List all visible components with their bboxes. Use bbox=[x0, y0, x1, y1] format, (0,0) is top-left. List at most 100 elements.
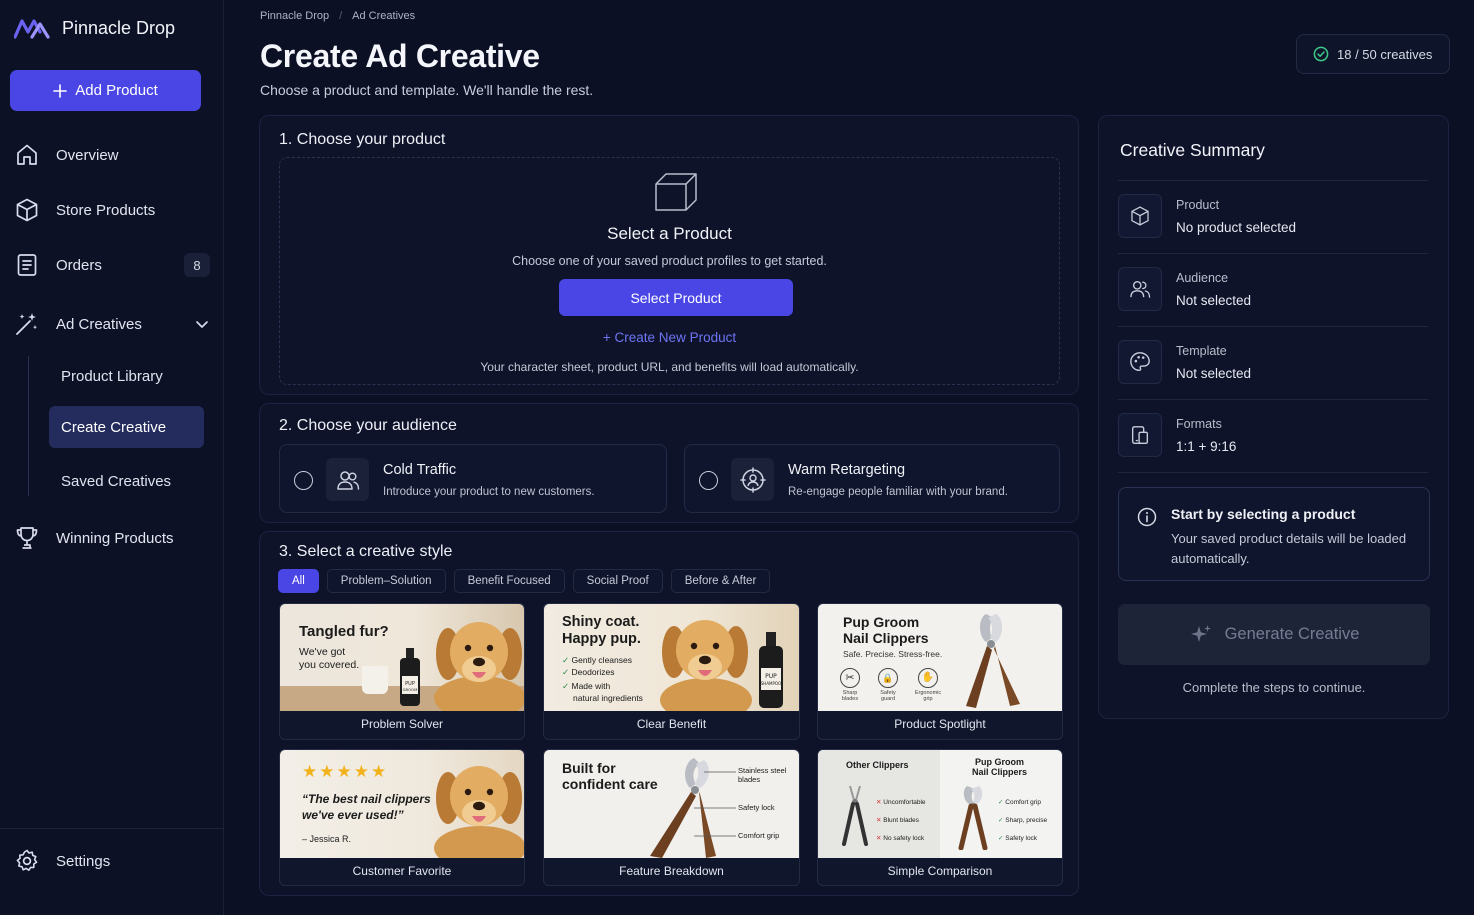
filter-tab-benefit-focused[interactable]: Benefit Focused bbox=[453, 569, 565, 593]
nav-settings[interactable]: Settings bbox=[14, 848, 110, 874]
summary-template-value: Not selected bbox=[1176, 366, 1252, 381]
sparkles-icon bbox=[1190, 624, 1211, 642]
product-spotlight-tagline: Safe. Precise. Stress-free. bbox=[843, 649, 943, 659]
summary-row-audience: Audience Not selected bbox=[1118, 253, 1428, 325]
info-title: Start by selecting a product bbox=[1171, 506, 1356, 522]
product-spotlight-headline: Pup Groom Nail Clippers bbox=[843, 614, 929, 646]
palette-icon bbox=[1118, 340, 1162, 384]
product-dropzone: Select a Product Choose one of your save… bbox=[279, 157, 1060, 385]
clear-benefit-thumbnail: PUP SHAMPOO Shiny coat. Happy pup. ✓ Gen… bbox=[544, 604, 799, 711]
orders-count-badge: 8 bbox=[184, 253, 210, 277]
filter-tab-all[interactable]: All bbox=[278, 569, 319, 593]
create-new-product-link[interactable]: + Create New Product bbox=[280, 330, 1059, 345]
svg-text:PUP: PUP bbox=[765, 673, 777, 680]
target-user-icon bbox=[731, 458, 774, 501]
simple-comparison-caption: Simple Comparison bbox=[887, 863, 993, 878]
filter-tab-social-proof[interactable]: Social Proof bbox=[572, 569, 663, 593]
cold-traffic-desc: Introduce your product to new customers. bbox=[383, 486, 595, 498]
sharp-blades-feature: ✂ Sharp blades bbox=[838, 668, 862, 702]
template-problem-solver[interactable]: PUP GROOM Tangled fur? We've got you cov… bbox=[279, 603, 525, 740]
sidebar: Pinnacle Drop Add Product Overview Store… bbox=[0, 0, 224, 915]
summary-product-value: No product selected bbox=[1176, 220, 1297, 235]
add-product-button[interactable]: Add Product bbox=[10, 70, 201, 111]
pup-groom-title: Pup Groom Nail Clippers bbox=[972, 757, 1028, 777]
breadcrumb-separator: / bbox=[339, 10, 343, 22]
ergonomic-grip-feature: ✋ Ergonomic grip bbox=[914, 668, 942, 702]
nav-orders[interactable]: Orders 8 bbox=[14, 252, 210, 278]
bottle-illustration: PUP SHAMPOO bbox=[759, 632, 783, 708]
cube-icon bbox=[1118, 194, 1162, 238]
summary-row-formats: Formats 1:1 + 9:16 bbox=[1118, 399, 1428, 471]
cold-traffic-radio[interactable] bbox=[294, 471, 313, 490]
creative-quota-badge: 18 / 50 creatives bbox=[1296, 34, 1450, 74]
info-description: Your saved product details will be loade… bbox=[1171, 531, 1407, 566]
summary-divider bbox=[1118, 180, 1428, 181]
users-icon bbox=[326, 458, 369, 501]
dog-illustration bbox=[434, 622, 524, 711]
clear-benefit-checklist: ✓ Gently cleanses ✓ Deodorizes ✓ Made wi… bbox=[562, 655, 643, 703]
bottle-illustration: PUP GROOM bbox=[400, 648, 420, 706]
check-circle-icon bbox=[1313, 46, 1329, 62]
breadcrumb-current[interactable]: Ad Creatives bbox=[352, 10, 415, 22]
svg-text:GROOM: GROOM bbox=[403, 687, 418, 692]
summary-formats-label: Formats bbox=[1176, 417, 1222, 431]
filter-tab-before-after[interactable]: Before & After bbox=[670, 569, 771, 593]
quote-author: – Jessica R. bbox=[302, 834, 352, 844]
plus-icon bbox=[53, 83, 68, 98]
nav-overview[interactable]: Overview bbox=[14, 142, 119, 168]
box-icon bbox=[655, 173, 697, 211]
simple-comparison-thumbnail: Other Clippers Pup Groom Nail Clippers ✕… bbox=[818, 750, 1062, 858]
feature-breakdown-caption: Feature Breakdown bbox=[619, 863, 724, 878]
subnav-product-library[interactable]: Product Library bbox=[49, 355, 204, 397]
page-subtitle: Choose a product and template. We'll han… bbox=[260, 82, 594, 98]
summary-divider bbox=[1118, 472, 1428, 473]
devices-icon bbox=[1118, 413, 1162, 457]
nav-store-products-label: Store Products bbox=[56, 201, 156, 219]
five-star-rating: ★★★★★ bbox=[302, 762, 389, 781]
audience-option-warm-retargeting[interactable]: Warm Retargeting Re-engage people famili… bbox=[684, 444, 1060, 513]
dog-illustration bbox=[434, 766, 524, 858]
select-product-description: Choose one of your saved product profile… bbox=[512, 254, 827, 268]
info-icon bbox=[1137, 507, 1157, 527]
select-product-button[interactable]: Select Product bbox=[559, 279, 793, 316]
subnav-saved-creatives[interactable]: Saved Creatives bbox=[49, 460, 204, 502]
summary-divider bbox=[1118, 326, 1428, 327]
quota-text: 18 / 50 creatives bbox=[1337, 46, 1433, 62]
nav-winning-products[interactable]: Winning Products bbox=[14, 525, 174, 551]
page-title: Create Ad Creative bbox=[260, 38, 540, 74]
dog-illustration bbox=[660, 620, 752, 711]
template-simple-comparison[interactable]: Other Clippers Pup Groom Nail Clippers ✕… bbox=[817, 749, 1063, 886]
nav-overview-label: Overview bbox=[56, 146, 119, 164]
filter-tab-problem-solution[interactable]: Problem–Solution bbox=[326, 569, 446, 593]
breadcrumb-root[interactable]: Pinnacle Drop bbox=[260, 10, 329, 22]
template-clear-benefit[interactable]: PUP SHAMPOO Shiny coat. Happy pup. ✓ Gen… bbox=[543, 603, 800, 740]
nav-ad-creatives[interactable]: Ad Creatives bbox=[14, 311, 210, 337]
audience-option-cold-traffic[interactable]: Cold Traffic Introduce your product to n… bbox=[279, 444, 667, 513]
generate-hint: Complete the steps to continue. bbox=[1182, 680, 1366, 695]
summary-audience-label: Audience bbox=[1176, 271, 1229, 285]
add-product-label: Add Product bbox=[75, 82, 158, 99]
magic-wand-icon bbox=[16, 313, 37, 335]
step1-title: 1. Choose your product bbox=[279, 131, 446, 148]
subnav-create-creative[interactable]: Create Creative bbox=[49, 406, 204, 448]
step2-title: 2. Choose your audience bbox=[279, 417, 457, 434]
trophy-icon bbox=[16, 527, 38, 549]
feature-icons-row: ✂ Sharp blades 🔒 Safety guard ✋ Ergonomic g… bbox=[838, 668, 942, 702]
breadcrumb: Pinnacle Drop / Ad Creatives bbox=[260, 10, 415, 22]
product-spotlight-caption: Product Spotlight bbox=[894, 717, 986, 731]
callout-safety-lock: Safety lock bbox=[738, 803, 775, 812]
home-icon bbox=[17, 144, 37, 165]
nav-ad-creatives-label: Ad Creatives bbox=[56, 315, 142, 333]
summary-divider bbox=[1118, 253, 1428, 254]
problem-solver-headline: Tangled fur? bbox=[299, 623, 389, 640]
template-product-spotlight[interactable]: Pup Groom Nail Clippers Safe. Precise. S… bbox=[817, 603, 1063, 740]
nav-store-products[interactable]: Store Products bbox=[14, 197, 155, 223]
style-filter-tabs: All Problem–Solution Benefit Focused Soc… bbox=[278, 569, 771, 593]
generate-creative-button[interactable]: Generate Creative bbox=[1118, 604, 1430, 665]
generic-clipper-icon bbox=[842, 785, 868, 846]
warm-retargeting-radio[interactable] bbox=[699, 471, 718, 490]
template-customer-favorite[interactable]: ★★★★★ “The best nail clippers we've ever… bbox=[279, 749, 525, 886]
template-feature-breakdown[interactable]: Built for confident care Stainless steel… bbox=[543, 749, 800, 886]
brand[interactable]: Pinnacle Drop bbox=[14, 16, 175, 40]
summary-divider-bottom bbox=[1118, 472, 1428, 473]
